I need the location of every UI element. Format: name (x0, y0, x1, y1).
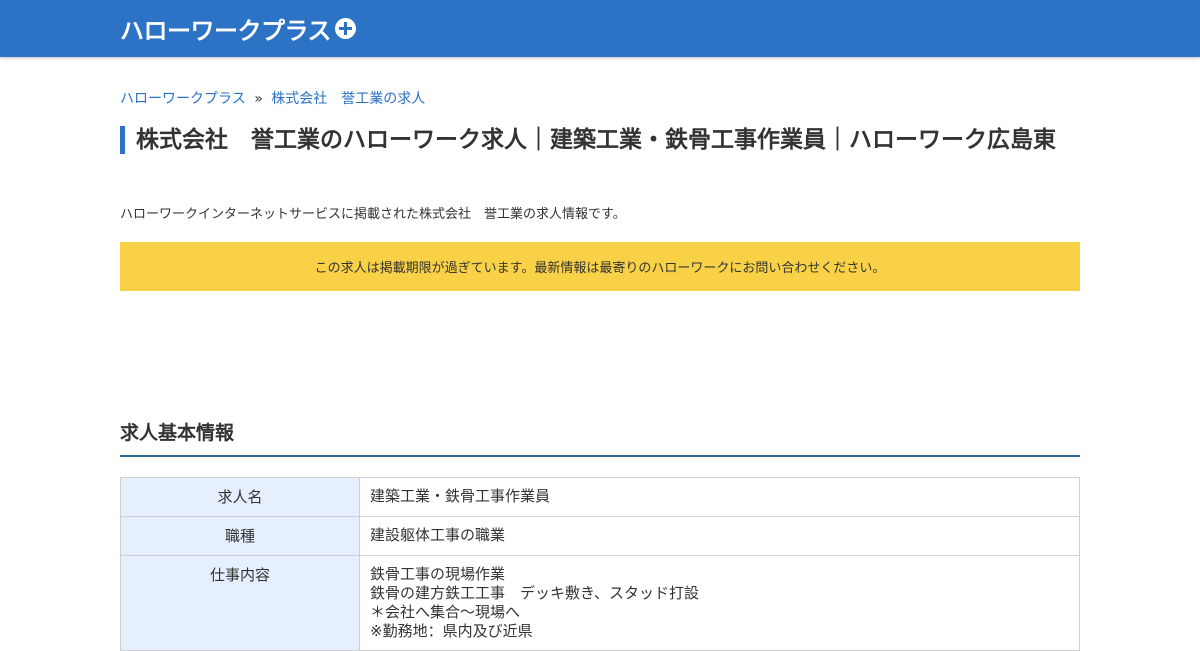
section-title: 求人基本情報 (120, 421, 1080, 457)
job-description-line: ＊会社へ集合～現場へ (370, 603, 521, 621)
site-logo-link[interactable]: ハローワークプラス (120, 11, 357, 45)
row-value-job-name: 建築工業・鉄骨工事作業員 (359, 477, 1080, 517)
table-row: 求人名 建築工業・鉄骨工事作業員 (120, 477, 1080, 517)
row-value-occupation: 建設躯体工事の職業 (359, 516, 1080, 556)
row-label-job-description: 仕事内容 (120, 555, 360, 651)
breadcrumb-current-link[interactable]: 株式会社 誉工業の求人 (271, 91, 425, 107)
breadcrumb-home-link[interactable]: ハローワークプラス (120, 91, 246, 107)
job-description-line: 鉄骨工事の現場作業 (370, 565, 506, 583)
expired-notice: この求人は掲載期限が過ぎています。最新情報は最寄りのハローワークにお問い合わせく… (120, 242, 1080, 291)
row-value-job-description: 鉄骨工事の現場作業 鉄骨の建方鉄工工事 デッキ敷き、スタッド打設 ＊会社へ集合～… (359, 555, 1080, 651)
breadcrumb: ハローワークプラス » 株式会社 誉工業の求人 (120, 88, 1080, 108)
table-row: 職種 建設躯体工事の職業 (120, 516, 1080, 556)
table-row: 仕事内容 鉄骨工事の現場作業 鉄骨の建方鉄工工事 デッキ敷き、スタッド打設 ＊会… (120, 555, 1080, 651)
row-label-occupation: 職種 (120, 516, 360, 556)
logo-text: ハローワークプラス (120, 16, 332, 45)
job-info-table: 求人名 建築工業・鉄骨工事作業員 職種 建設躯体工事の職業 仕事内容 鉄骨工事の… (120, 477, 1080, 651)
page-title: 株式会社 誉工業のハローワーク求人｜建築工業・鉄骨工事作業員｜ハローワーク広島東 (120, 126, 1096, 154)
job-description-line: ※勤務地：県内及び近県 (370, 622, 533, 640)
row-label-job-name: 求人名 (120, 477, 360, 517)
job-description-line: 鉄骨の建方鉄工工事 デッキ敷き、スタッド打設 (370, 584, 699, 602)
page-description: ハローワークインターネットサービスに掲載された株式会社 誉工業の求人情報です。 (120, 207, 626, 222)
breadcrumb-separator: » (254, 91, 263, 107)
plus-circle-icon (335, 17, 357, 39)
site-header: ハローワークプラス (0, 0, 1200, 57)
expired-notice-text: この求人は掲載期限が過ぎています。最新情報は最寄りのハローワークにお問い合わせく… (314, 261, 886, 276)
